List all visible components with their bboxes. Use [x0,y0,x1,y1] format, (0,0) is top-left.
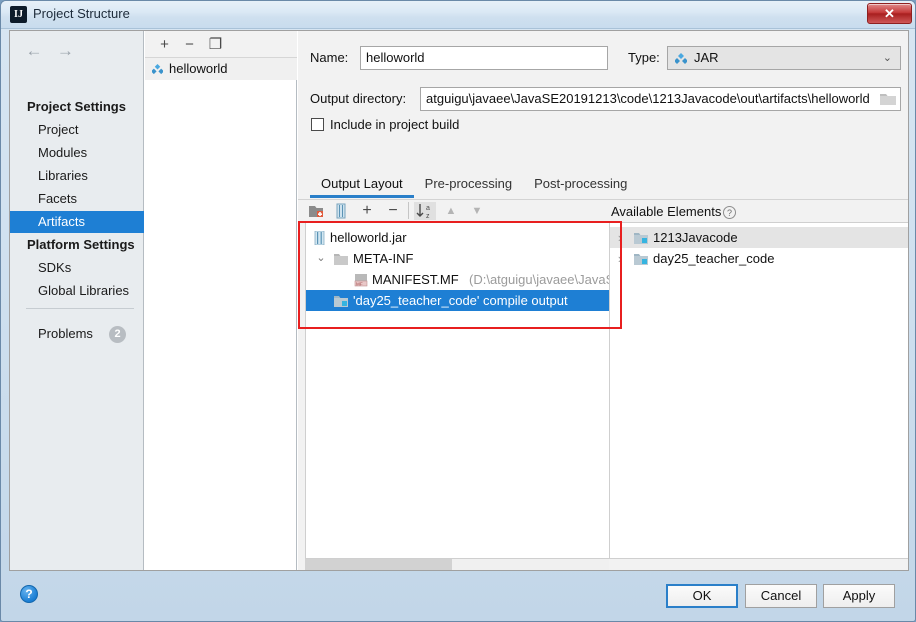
problems-count-badge: 2 [109,326,126,343]
jar-icon [314,231,325,245]
name-label: Name: [310,50,349,65]
tree-row[interactable]: › day25_teacher_code [610,248,908,269]
help-question-icon[interactable]: ? [723,206,736,219]
folder-icon [334,254,348,265]
sort-alphabetically-icon[interactable]: a z [414,202,436,220]
include-in-project-build-checkbox[interactable] [311,118,324,131]
tree-row-label: META-INF [353,251,414,266]
tree-row[interactable]: ⌄ META-INF [306,248,609,269]
sidebar-item-modules[interactable]: Modules [10,142,144,164]
remove-icon[interactable]: − [180,35,199,54]
output-tree-hscrollbar[interactable] [305,559,609,570]
remove-icon[interactable]: − [384,202,402,220]
add-archive-icon[interactable] [334,202,348,220]
folder-browse-icon[interactable] [880,92,896,106]
artifact-type-select[interactable]: JAR ⌄ [667,46,901,70]
tree-row-label: MANIFEST.MF [372,272,459,287]
sidebar-item-libraries[interactable]: Libraries [10,165,144,187]
sidebar-item-artifacts[interactable]: Artifacts [10,211,144,233]
tree-row-label: 1213Javacode [653,230,738,245]
artifact-diamond-icon [675,53,687,64]
svg-text:z: z [426,213,430,220]
tree-row[interactable]: helloworld.jar [306,227,609,248]
tree-row[interactable]: MF MANIFEST.MF (D:\atguigu\javaee\JavaSE… [306,269,609,290]
sidebar-item-sdks[interactable]: SDKs [10,257,144,279]
sidebar-group-platform-settings: Platform Settings [27,237,135,252]
output-layout-toolbar: + − a z ▲ ▼ [298,200,908,222]
svg-text:MF: MF [356,281,363,286]
settings-sidebar: ← → Project Settings Project Modules Lib… [10,31,144,570]
tab-output-layout[interactable]: Output Layout [310,173,414,198]
tree-row-label: 'day25_teacher_code' compile output [353,293,568,308]
output-layout-tree[interactable]: helloworld.jar ⌄ META-INF MF MANIFEST.MF… [305,222,609,559]
dialog-body: ← → Project Settings Project Modules Lib… [9,30,909,571]
chevron-down-icon: ⌄ [882,52,892,64]
help-question-icon[interactable]: ? [20,585,38,603]
problems-label: Problems [38,326,93,341]
module-output-icon [634,233,648,244]
add-directory-icon[interactable] [308,202,326,220]
available-elements-tree[interactable]: › 1213Javacode › day25_teacher_code [610,222,908,559]
copy-icon[interactable]: ❐ [206,35,225,54]
sidebar-item-global-libraries[interactable]: Global Libraries [10,280,144,302]
toolbar-separator [408,202,409,219]
tree-row-label: helloworld.jar [330,230,407,245]
manifest-file-icon: MF [354,274,368,286]
detail-tabs: Output Layout Pre-processing Post-proces… [310,173,638,198]
artifact-detail-pane: Name: helloworld Type: JAR ⌄ Output dire… [298,31,908,570]
tab-pre-processing[interactable]: Pre-processing [414,173,523,198]
svg-text:a: a [426,205,430,212]
back-arrow-icon[interactable]: ← [20,41,48,61]
tab-post-processing[interactable]: Post-processing [523,173,638,198]
artifact-type-value: JAR [694,50,719,65]
include-in-project-build-label: Include in project build [330,117,460,132]
close-icon[interactable]: ✕ [867,3,912,24]
sidebar-item-problems[interactable]: Problems 2 [10,323,144,345]
artifact-list-panel: + − ❐ helloworld [145,31,297,570]
add-icon[interactable]: + [155,35,174,54]
tree-row-label: day25_teacher_code [653,251,775,266]
tree-row[interactable]: › 1213Javacode [610,227,908,248]
artifact-diamond-icon [152,64,163,75]
sidebar-nav-arrows: ← → [20,41,79,61]
ok-button[interactable]: OK [666,584,738,608]
available-elements-label: Available Elements [611,204,722,219]
sidebar-group-project-settings: Project Settings [27,99,126,114]
apply-button[interactable]: Apply [823,584,895,608]
output-directory-label: Output directory: [310,91,407,106]
project-structure-window: IJ Project Structure ✕ ← → Project Setti… [0,0,916,622]
tree-row-detail: (D:\atguigu\javaee\JavaSE2 [469,272,609,287]
chevron-right-icon[interactable]: › [612,248,628,269]
module-output-icon [334,296,348,307]
artifact-list-item-label: helloworld [169,61,228,76]
type-label: Type: [628,50,660,65]
window-title: Project Structure [33,6,130,21]
sidebar-item-project[interactable]: Project [10,119,144,141]
chevron-right-icon[interactable]: › [612,227,628,248]
cancel-button[interactable]: Cancel [745,584,817,608]
sidebar-item-facets[interactable]: Facets [10,188,144,210]
move-down-icon[interactable]: ▼ [468,202,486,220]
intellij-idea-icon: IJ [10,6,27,23]
add-copy-icon[interactable]: + [358,202,376,220]
artifact-list-toolbar: + − ❐ [145,31,297,58]
output-directory-input[interactable]: atguigu\javaee\JavaSE20191213\code\1213J… [420,87,901,111]
title-bar: IJ Project Structure ✕ [1,1,915,29]
forward-arrow-icon[interactable]: → [51,41,79,61]
sidebar-divider [26,308,134,309]
artifact-name-input[interactable]: helloworld [360,46,608,70]
scrollbar-thumb[interactable] [305,559,452,570]
move-up-icon[interactable]: ▲ [442,202,460,220]
artifact-list-item-helloworld[interactable]: helloworld [145,58,297,80]
tree-row[interactable]: 'day25_teacher_code' compile output [306,290,609,311]
module-output-icon [634,254,648,265]
chevron-down-icon[interactable]: ⌄ [314,248,328,269]
